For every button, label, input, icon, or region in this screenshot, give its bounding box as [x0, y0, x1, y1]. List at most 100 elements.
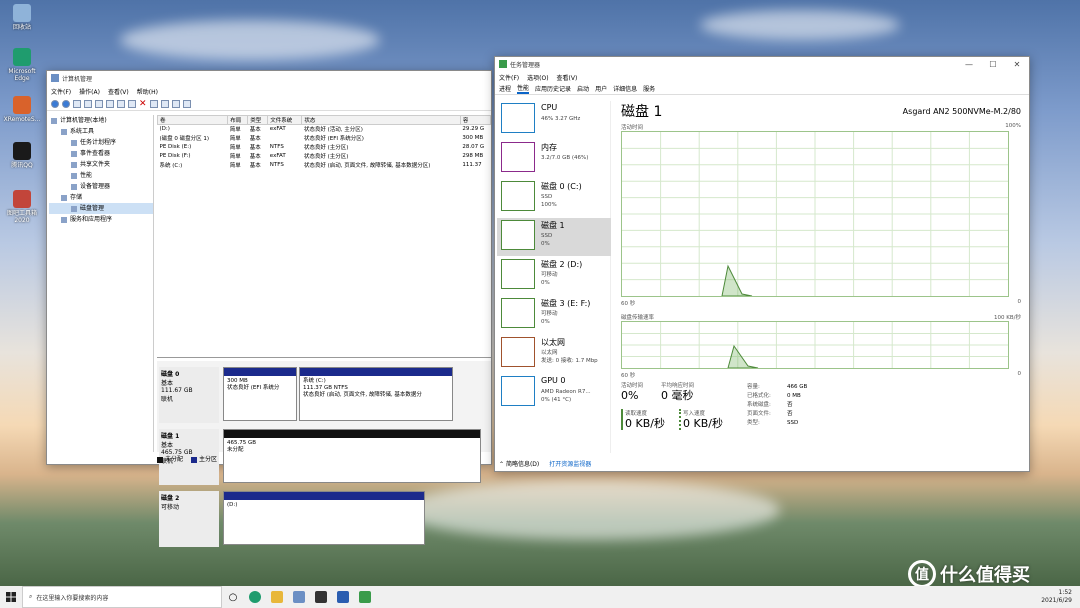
resource-item[interactable]: 磁盘 2 (D:) 可移动 0% [497, 257, 611, 295]
disk-label[interactable]: 磁盘 0 基本 111.67 GB 联机 [159, 367, 219, 423]
menu-item[interactable]: 选项(O) [527, 73, 548, 82]
table-row[interactable]: PE Disk (E:) 简单 基本 NTFS 状态良好 (主分区) 28.07 G [158, 143, 491, 152]
search-box[interactable]: ⌕ 在这里输入你要搜索的内容 [22, 586, 222, 608]
edge-icon[interactable] [244, 586, 266, 608]
system-clock[interactable]: 1:52 2021/6/29 [1041, 589, 1080, 605]
fewer-details-label: 简略信息(D) [505, 461, 540, 468]
resource-item[interactable]: 磁盘 1 SSD 0% [497, 218, 611, 256]
minimize-button[interactable]: — [957, 60, 981, 69]
tree-item[interactable]: 服务和应用程序 [49, 214, 153, 225]
app-icon [499, 60, 507, 68]
resource-monitor-link[interactable]: 打开资源监视器 [549, 459, 591, 468]
table-row[interactable]: (磁盘 0 磁盘分区 1) 简单 基本 状态良好 (EFI 系统分区) 300 MB [158, 134, 491, 143]
start-button[interactable] [0, 586, 22, 608]
resource-sub1: 3.2/7.0 GB (46%) [541, 155, 589, 161]
partition[interactable]: 300 MB 状态良好 (EFI 系统分 [223, 367, 297, 421]
table-row[interactable]: PE Disk (F:) 简单 基本 exFAT 状态良好 (主分区) 298 MB [158, 152, 491, 161]
desktop-icon[interactable]: 回收站 [2, 4, 42, 31]
tree-item[interactable]: 事件查看器 [49, 148, 153, 159]
menu-item[interactable]: 查看(V) [557, 73, 578, 82]
desktop-icon[interactable]: 图吧工具箱 2020 [2, 190, 42, 224]
desktop-icon[interactable]: Microsoft Edge [2, 48, 42, 82]
menu-item[interactable]: 文件(F) [499, 73, 519, 82]
partition[interactable]: 465.75 GB 未分配 [223, 429, 481, 483]
table-cell: 基本 [249, 127, 261, 134]
task-view-icon[interactable]: ○ [222, 586, 244, 608]
console-icon[interactable] [117, 99, 125, 108]
resource-item[interactable]: CPU 46% 3.27 GHz [497, 101, 611, 139]
back-icon[interactable] [51, 99, 59, 108]
computer-management-icon[interactable] [288, 586, 310, 608]
fewer-details-button[interactable]: ⌃ 简略信息(D) [499, 459, 539, 468]
table-row[interactable]: 系统 (C:) 简单 基本 NTFS 状态良好 (启动, 页面文件, 故障转储, 基本数… [158, 161, 491, 170]
table-cell: (磁盘 0 磁盘分区 1) [159, 136, 210, 142]
column-header[interactable]: 布局 [227, 115, 249, 125]
property-value: 否 [787, 402, 793, 408]
tree-item[interactable]: 性能 [49, 170, 153, 181]
tree-item[interactable]: 系统工具 [49, 126, 153, 137]
desktop-icon-image [13, 48, 31, 66]
help-icon[interactable] [106, 99, 114, 108]
column-header[interactable]: 文件系统 [267, 115, 303, 125]
resource-item[interactable]: 磁盘 3 (E: F:) 可移动 0% [497, 296, 611, 334]
disk-label[interactable]: 磁盘 2 可移动 [159, 491, 219, 547]
tree-item[interactable]: 计算机管理(本地) [49, 115, 153, 126]
tree-item-label: 事件查看器 [80, 150, 111, 157]
store-icon[interactable] [310, 586, 332, 608]
tab[interactable]: 应用历史记录 [535, 84, 571, 93]
tree-item[interactable]: 设备管理器 [49, 181, 153, 192]
connect-icon[interactable] [128, 99, 136, 108]
partition[interactable]: (D:) [223, 491, 425, 545]
resource-item[interactable]: 内存 3.2/7.0 GB (46%) [497, 140, 611, 178]
column-header[interactable]: 状态 [301, 115, 461, 125]
tree-item[interactable]: 共享文件夹 [49, 159, 153, 170]
menu-item[interactable]: 查看(V) [108, 87, 129, 96]
search-icon[interactable] [160, 99, 169, 108]
resource-sub1: 可移动 [541, 311, 558, 317]
folder-icon[interactable] [73, 99, 81, 108]
network-icon[interactable] [332, 586, 354, 608]
close-button[interactable]: ✕ [1005, 60, 1029, 69]
title-bar[interactable]: 计算机管理 [47, 71, 491, 85]
desktop-icon[interactable]: 腾讯QQ [2, 142, 42, 169]
list-icon[interactable] [84, 99, 92, 108]
menu-item[interactable]: 文件(F) [51, 87, 71, 96]
stat-read: 读取速度 0 KB/秒 [621, 409, 665, 430]
partition-line2: 111.37 GB NTFS [303, 385, 348, 391]
forward-icon[interactable] [62, 99, 70, 108]
tree-item[interactable]: 任务计划程序 [49, 137, 153, 148]
transfer-chart [621, 321, 1009, 369]
delete-icon[interactable]: ✕ [139, 99, 147, 109]
refresh-icon[interactable] [182, 99, 191, 108]
column-header[interactable]: 类型 [247, 115, 269, 125]
check-icon[interactable] [149, 99, 158, 108]
menu-item[interactable]: 帮助(H) [137, 87, 158, 96]
tree-item[interactable]: 磁盘管理 [49, 203, 153, 214]
folder-open-icon[interactable] [171, 99, 180, 108]
menu-item[interactable]: 操作(A) [79, 87, 100, 96]
tree-item[interactable]: 存储 [49, 192, 153, 203]
tab[interactable]: 进程 [499, 84, 511, 93]
tab[interactable]: 启动 [577, 84, 589, 93]
resource-item[interactable]: GPU 0 AMD Radeon R7... 0% (41 °C) [497, 374, 611, 412]
resource-item[interactable]: 以太网 以太网 发送: 0 接收: 1.7 Mbp [497, 335, 611, 373]
maximize-button[interactable]: ☐ [981, 60, 1005, 69]
properties-icon[interactable] [95, 99, 103, 108]
partition[interactable]: 系统 (C:) 111.37 GB NTFS 状态良好 (启动, 页面文件, 故障转… [299, 367, 453, 421]
tab[interactable]: 详细信息 [613, 84, 637, 93]
tab[interactable]: 服务 [643, 84, 655, 93]
desktop-icon[interactable]: XRemoteS... [2, 96, 42, 123]
resource-sub1: 46% 3.27 GHz [541, 116, 581, 122]
file-explorer-icon[interactable] [266, 586, 288, 608]
column-header[interactable]: 容 [459, 115, 492, 125]
title-bar[interactable]: 任务管理器 — ☐ ✕ [495, 57, 1029, 71]
desktop-icon-label: 图吧工具箱 2020 [6, 210, 37, 224]
partition-line3: 状态良好 (启动, 页面文件, 故障转储, 基本数据分 [303, 392, 422, 398]
task-manager-icon[interactable] [354, 586, 376, 608]
table-row[interactable]: (D:) 简单 基本 exFAT 状态良好 (活动, 主分区) 29.29 G [158, 125, 491, 134]
column-header[interactable]: 卷 [156, 115, 229, 125]
property-key: 已格式化: [747, 393, 771, 399]
resource-item[interactable]: 磁盘 0 (C:) SSD 100% [497, 179, 611, 217]
tab[interactable]: 用户 [595, 84, 607, 93]
tab[interactable]: 性能 [517, 83, 530, 94]
